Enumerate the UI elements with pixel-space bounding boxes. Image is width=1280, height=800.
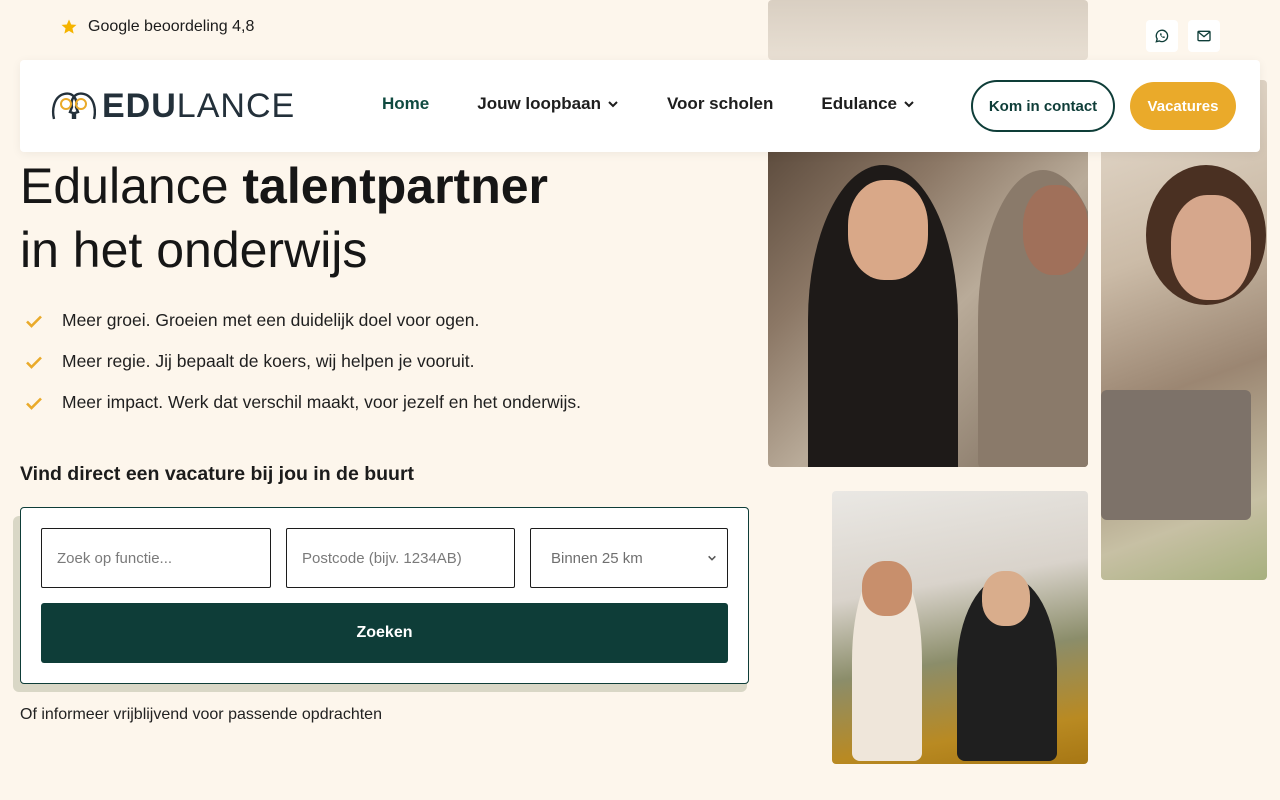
nav-item-label: Edulance <box>821 94 897 113</box>
nav-item-label: Home <box>382 94 430 113</box>
benefit-list: Meer groei. Groeien met een duidelijk do… <box>24 300 581 423</box>
benefit-item: Meer groei. Groeien met een duidelijk do… <box>24 300 581 341</box>
title-part-3: in het onderwijs <box>20 222 368 278</box>
vacatures-button[interactable]: Vacatures <box>1130 82 1236 130</box>
chevron-down-icon <box>608 101 618 108</box>
radius-selected-value: Binnen 25 km <box>551 549 643 567</box>
whatsapp-icon[interactable] <box>1146 20 1178 52</box>
hero-photo-women-coffee <box>832 491 1088 764</box>
title-part-1: Edulance <box>20 158 243 214</box>
postcode-input[interactable] <box>286 528 515 588</box>
search-heading: Vind direct een vacature bij jou in de b… <box>20 463 415 485</box>
edulance-logo[interactable]: EDULANCE <box>50 88 295 124</box>
hero-photo-top <box>768 0 1088 60</box>
google-rating: Google beoordeling 4,8 <box>60 18 254 36</box>
hero-photo-woman-laptop <box>1101 80 1267 580</box>
page-title: Edulance talentpartner in het onderwijs <box>20 154 740 282</box>
nav-item-edulance[interactable]: Edulance <box>821 94 915 114</box>
check-icon <box>26 397 42 410</box>
contact-icons <box>1146 20 1220 52</box>
hero-photo-two-women <box>768 140 1088 467</box>
logo-heads-icon <box>51 92 96 120</box>
search-button[interactable]: Zoeken <box>41 603 728 663</box>
contact-button[interactable]: Kom in contact <box>971 80 1115 132</box>
chevron-down-icon <box>708 555 716 561</box>
benefit-text: Meer impact. Werk dat verschil maakt, vo… <box>62 392 582 412</box>
chevron-down-icon <box>904 101 914 108</box>
main-navigation: EDULANCE Home Jouw loopbaan Voor scholen… <box>20 60 1260 152</box>
check-icon <box>26 315 42 328</box>
radius-select[interactable]: Binnen 25 km <box>530 528 728 588</box>
benefit-text: Meer groei. Groeien met een duidelijk do… <box>62 310 480 330</box>
function-search-input[interactable] <box>41 528 271 588</box>
vacancy-search-form: Binnen 25 km Zoeken <box>20 507 749 684</box>
nav-menu: Home Jouw loopbaan Voor scholen Edulance <box>382 94 963 114</box>
benefit-text: Meer regie. Jij bepaalt de koers, wij he… <box>62 351 475 371</box>
nav-item-jouw-loopbaan[interactable]: Jouw loopbaan <box>477 94 619 114</box>
nav-item-voor-scholen[interactable]: Voor scholen <box>667 94 773 114</box>
check-icon <box>26 356 42 369</box>
logo-wordmark: EDULANCE <box>102 87 296 125</box>
title-part-2: talentpartner <box>242 158 549 214</box>
benefit-item: Meer regie. Jij bepaalt de koers, wij he… <box>24 341 581 382</box>
nav-item-label: Voor scholen <box>666 94 774 113</box>
nav-item-label: Jouw loopbaan <box>477 94 601 113</box>
benefit-item: Meer impact. Werk dat verschil maakt, vo… <box>24 382 581 423</box>
mail-icon[interactable] <box>1188 20 1220 52</box>
star-icon <box>61 19 77 34</box>
info-link-text[interactable]: Of informeer vrijblijvend voor passende … <box>20 706 382 724</box>
nav-item-home[interactable]: Home <box>382 94 429 114</box>
rating-text: Google beoordeling 4,8 <box>88 18 255 35</box>
